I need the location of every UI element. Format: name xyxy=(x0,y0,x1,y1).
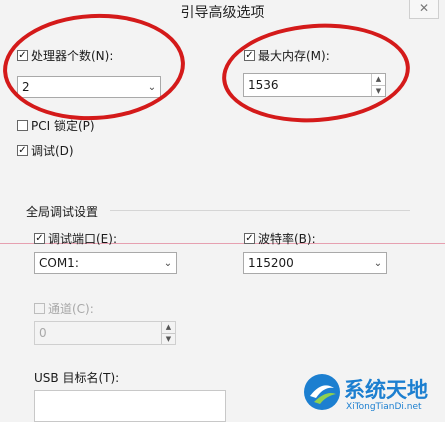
usb-target-label: USB 目标名(T): xyxy=(34,371,120,385)
baud-rate-value: 115200 xyxy=(248,256,294,270)
global-debug-section-title: 全局调试设置 xyxy=(26,205,99,219)
debug-label: 调试(D) xyxy=(31,144,74,158)
spin-down-icon[interactable]: ▼ xyxy=(162,332,175,345)
chevron-down-icon: ⌄ xyxy=(163,257,173,269)
channel-value: 0 xyxy=(39,326,47,340)
baud-rate-select[interactable]: 115200 ⌄ xyxy=(243,252,387,274)
debug-port-value: COM1: xyxy=(39,256,79,270)
annotation-ellipse-processors xyxy=(0,9,188,125)
annotation-ellipse-memory xyxy=(218,17,414,129)
debug-port-checkbox[interactable]: ✓ xyxy=(34,233,45,244)
watermark-text: 系统天地 xyxy=(344,378,428,402)
group-divider xyxy=(110,210,410,211)
close-button[interactable]: ✕ xyxy=(409,0,439,19)
debug-port-label: 调试端口(E): xyxy=(48,232,117,246)
debug-port-option[interactable]: ✓ 调试端口(E): xyxy=(34,230,117,247)
channel-label: 通道(C): xyxy=(48,302,94,316)
spin-up-icon[interactable]: ▲ xyxy=(162,322,175,333)
channel-option[interactable]: 通道(C): xyxy=(34,300,94,317)
pci-lock-checkbox[interactable] xyxy=(17,120,28,131)
debug-option[interactable]: ✓ 调试(D) xyxy=(17,142,74,159)
close-icon: ✕ xyxy=(418,1,430,15)
usb-target-input[interactable] xyxy=(34,390,226,422)
debug-checkbox[interactable]: ✓ xyxy=(17,145,28,156)
baud-rate-checkbox[interactable]: ✓ xyxy=(244,233,255,244)
debug-port-select[interactable]: COM1: ⌄ xyxy=(34,252,177,274)
watermark-url: XiTongTianDi.net xyxy=(346,402,422,412)
chevron-down-icon: ⌄ xyxy=(373,257,383,269)
watermark-logo xyxy=(302,372,342,412)
baud-rate-label: 波特率(B): xyxy=(258,232,316,246)
channel-checkbox[interactable] xyxy=(34,303,45,314)
channel-spinner[interactable]: 0 ▲ ▼ xyxy=(34,321,176,345)
baud-rate-option[interactable]: ✓ 波特率(B): xyxy=(244,230,316,247)
